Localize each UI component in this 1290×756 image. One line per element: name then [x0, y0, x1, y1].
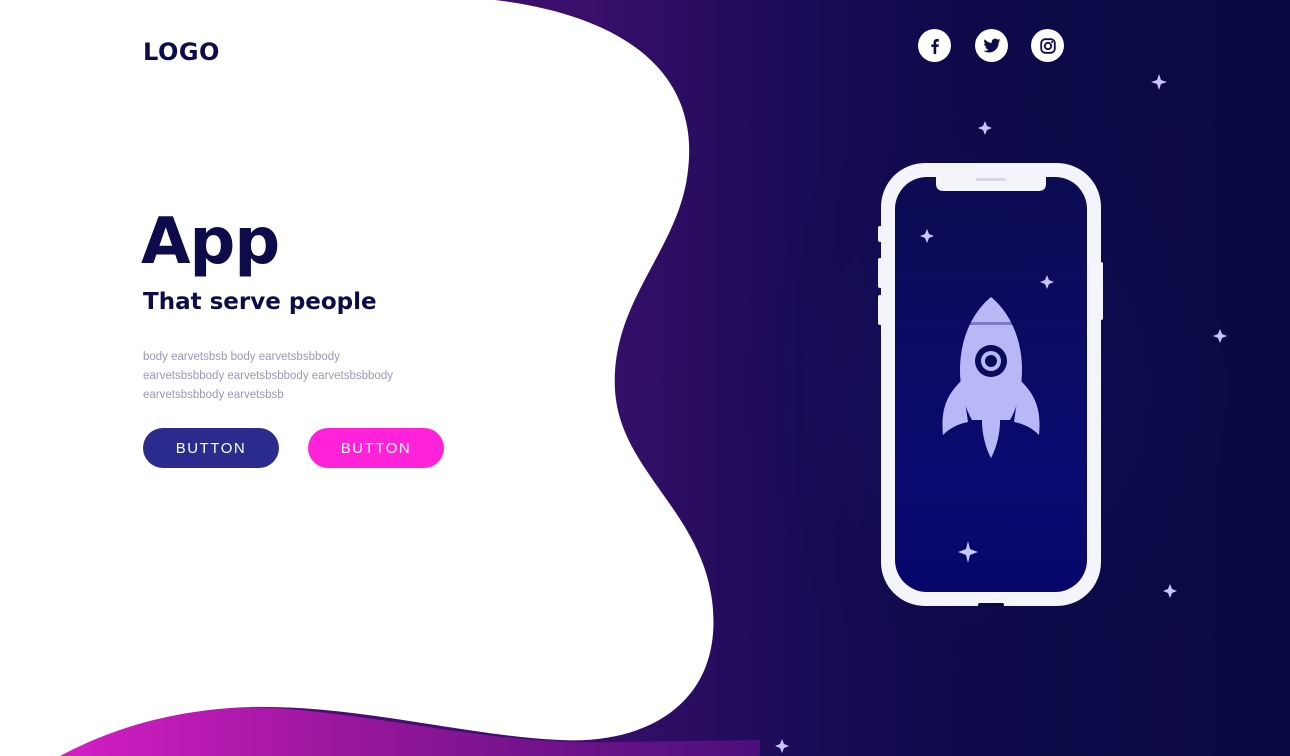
secondary-button[interactable]: BUTTON: [308, 428, 444, 468]
twitter-icon: [982, 38, 1000, 52]
hero-body-text: body earvetsbsb body earvetsbsbbody earv…: [143, 348, 433, 405]
hero-title: App: [141, 205, 280, 279]
facebook-link[interactable]: [918, 29, 951, 62]
body-line: earvetsbsbbody earvetsbsb: [143, 389, 284, 401]
landing-page: LOGO App That serve people body earvetsb…: [0, 0, 1290, 756]
instagram-icon: [1039, 37, 1056, 54]
twitter-link[interactable]: [975, 29, 1008, 62]
facebook-icon: [930, 38, 939, 54]
primary-button[interactable]: BUTTON: [143, 428, 279, 468]
logo[interactable]: LOGO: [143, 38, 220, 66]
hero-subtitle: That serve people: [143, 289, 377, 315]
body-line: body earvetsbsb body earvetsbsbbody: [143, 351, 340, 363]
body-line: earvetsbsbbody earvetsbsbbody earvetsbsb…: [143, 370, 393, 382]
instagram-link[interactable]: [1031, 29, 1064, 62]
